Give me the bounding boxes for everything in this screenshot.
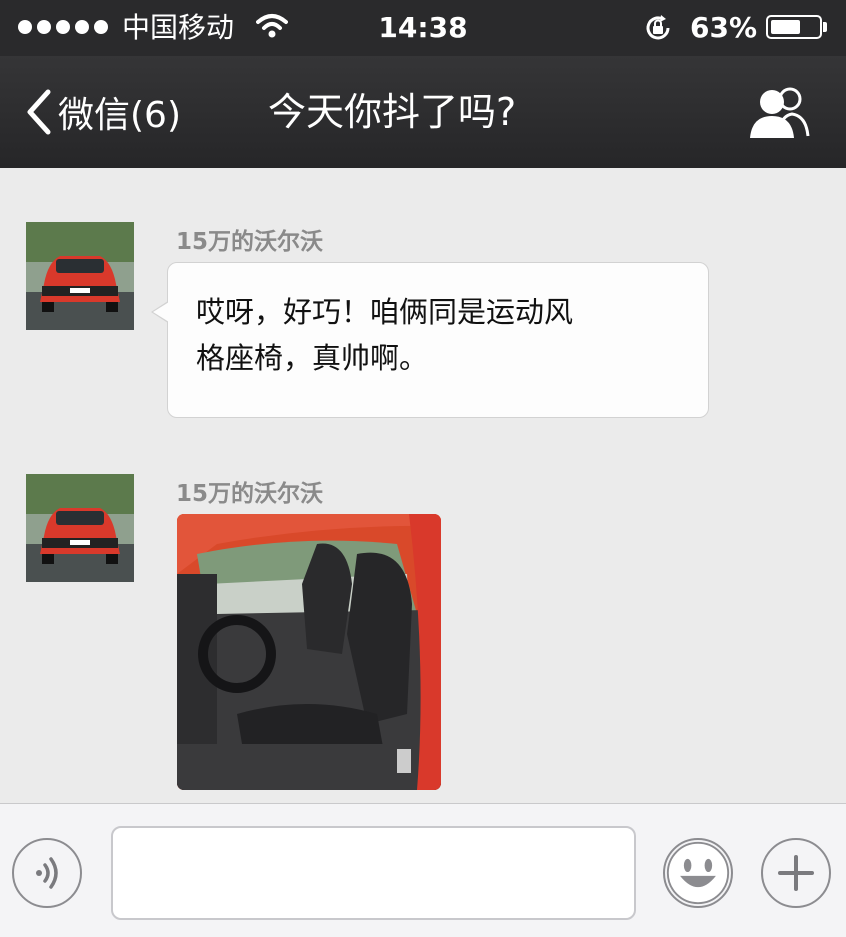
avatar[interactable] bbox=[26, 474, 134, 582]
back-label: 微信(6) bbox=[58, 95, 181, 136]
avatar[interactable] bbox=[26, 222, 134, 330]
message-bubble[interactable]: 哎呀，好巧！咱俩同是运动风 格座椅，真帅啊。 bbox=[167, 262, 709, 418]
image-message[interactable] bbox=[177, 514, 441, 790]
voice-button[interactable] bbox=[12, 838, 82, 908]
sender-name: 15万的沃尔沃 bbox=[176, 481, 324, 507]
status-bar: 中国移动 14:38 63% bbox=[0, 0, 846, 56]
battery-icon bbox=[766, 15, 822, 39]
message-text-line: 哎呀，好巧！咱俩同是运动风 bbox=[196, 295, 574, 329]
bubble-tail-inner bbox=[153, 302, 169, 322]
chevron-left-icon bbox=[27, 89, 51, 135]
chat-title: 今天你抖了吗? bbox=[268, 90, 517, 134]
input-toolbar bbox=[0, 803, 846, 937]
message-input[interactable] bbox=[111, 826, 636, 920]
rotation-lock-icon bbox=[646, 15, 670, 40]
voice-icon bbox=[36, 857, 58, 889]
battery-tip bbox=[823, 22, 827, 32]
emoji-button[interactable] bbox=[663, 838, 733, 908]
group-members-icon[interactable] bbox=[748, 86, 812, 140]
car-avatar-image bbox=[26, 222, 134, 330]
message-text-line: 格座椅，真帅啊。 bbox=[196, 341, 429, 375]
more-button[interactable] bbox=[761, 838, 831, 908]
smiley-icon bbox=[666, 841, 730, 905]
car-avatar-image bbox=[26, 474, 134, 582]
battery-percentage: 63% bbox=[690, 11, 758, 44]
plus-icon bbox=[778, 855, 814, 891]
navigation-bar: 微信(6) 今天你抖了吗? bbox=[0, 56, 846, 168]
back-button[interactable]: 微信(6) bbox=[26, 82, 181, 142]
car-seat-photo bbox=[177, 514, 441, 790]
sender-name: 15万的沃尔沃 bbox=[176, 229, 324, 255]
